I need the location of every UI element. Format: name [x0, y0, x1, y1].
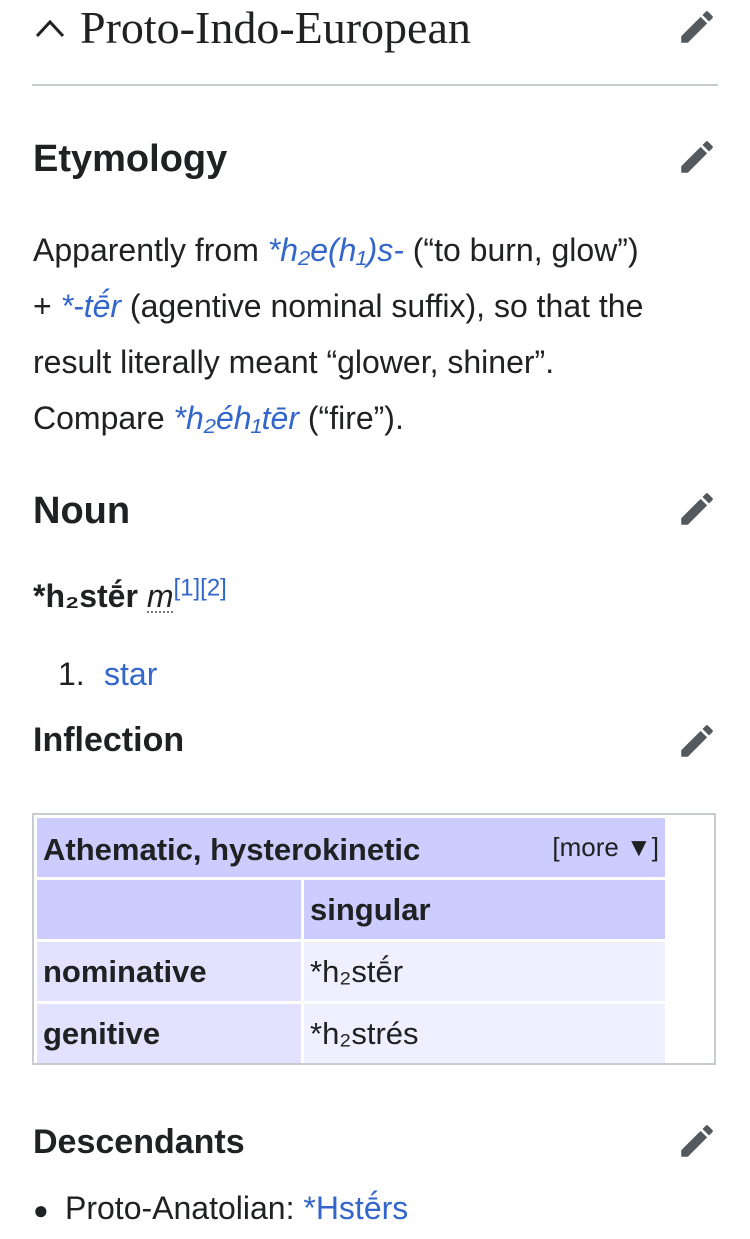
etymology-text-part: (“to burn, glow”) — [403, 232, 639, 268]
edit-pencil-icon[interactable] — [676, 136, 718, 178]
etymology-text-part: (agentive nominal suffix), so that the — [121, 288, 644, 324]
etymology-text-part: Apparently from — [33, 232, 268, 268]
citation-link[interactable]: [2] — [200, 574, 227, 601]
sense-link-star[interactable]: star — [104, 656, 157, 692]
etymology-heading: Etymology — [33, 138, 228, 180]
edit-pencil-icon[interactable] — [676, 488, 718, 530]
root-link[interactable]: *h₂e(h₁)s- — [268, 232, 404, 268]
divider — [32, 84, 718, 86]
edit-pencil-icon[interactable] — [676, 6, 718, 48]
noun-heading: Noun — [33, 490, 131, 532]
column-header-singular: singular — [304, 880, 665, 939]
sense-list: 1. star — [58, 650, 157, 698]
row-label-nominative: nominative — [37, 942, 301, 1001]
descendant-link[interactable]: *Hstḗrs — [303, 1190, 408, 1226]
gender-abbr[interactable]: m — [146, 580, 174, 613]
citation-link[interactable]: [1] — [173, 574, 200, 601]
inflection-heading: Inflection — [33, 721, 185, 759]
bullet-icon: ● — [33, 1195, 49, 1225]
inflection-table-title-row: Athematic, hysterokinetic [more ▼] — [37, 818, 665, 877]
etymology-text-part: Compare — [33, 400, 174, 436]
table-cell: *h₂stḗr — [304, 942, 665, 1001]
descendant-language: Proto-Anatolian: — [65, 1190, 304, 1226]
list-item: 1. star — [58, 650, 157, 698]
sense-number: 1. — [58, 656, 85, 692]
inflection-table-title: Athematic, hysterokinetic — [43, 832, 421, 867]
chevron-up-icon[interactable] — [34, 14, 66, 42]
compare-link[interactable]: *h₂éh₁tēr — [174, 400, 299, 436]
table-cell: *h₂strés — [304, 1004, 665, 1063]
descendants-heading: Descendants — [33, 1123, 245, 1161]
more-toggle-button[interactable]: [more ▼] — [552, 830, 659, 864]
headword: *h₂stḗr — [33, 578, 138, 614]
etymology-text-part: + — [33, 288, 61, 324]
suffix-link[interactable]: *-tḗr — [61, 288, 121, 324]
headword-line: *h₂stḗr m[1][2] — [33, 572, 227, 620]
table-header-blank — [37, 880, 301, 939]
row-label-genitive: genitive — [37, 1004, 301, 1063]
etymology-text: Apparently from *h₂e(h₁)s- (“to burn, gl… — [33, 222, 723, 446]
etymology-text-part: result literally meant “glower, shiner”. — [33, 344, 555, 380]
etymology-text-part: (“fire”). — [298, 400, 404, 436]
edit-pencil-icon[interactable] — [676, 1120, 718, 1162]
list-item: ● Proto-Anatolian: *Hstḗrs — [33, 1184, 408, 1234]
descendants-list: ● Proto-Anatolian: *Hstḗrs — [33, 1184, 408, 1234]
language-section-header[interactable]: Proto-Indo-European — [0, 0, 750, 86]
language-title: Proto-Indo-European — [80, 2, 471, 53]
edit-pencil-icon[interactable] — [676, 720, 718, 762]
inflection-table: Athematic, hysterokinetic [more ▼] singu… — [32, 813, 716, 1065]
